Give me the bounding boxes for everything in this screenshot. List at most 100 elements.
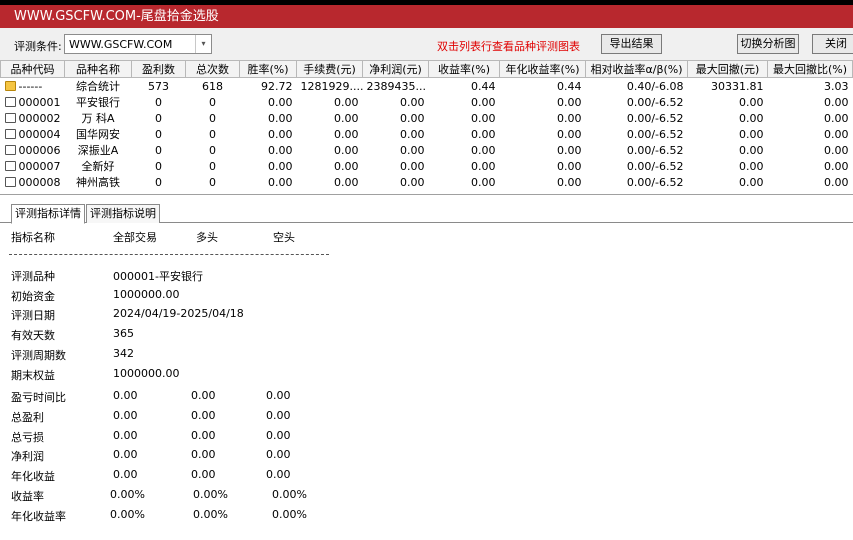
col-header-netprofit[interactable]: 净利润(元): [362, 60, 429, 78]
cell-text: 0.00: [400, 127, 425, 141]
cell-winrate: 0.00: [240, 94, 297, 110]
cell-text: 0.00: [557, 127, 582, 141]
metric-short: 0.00: [266, 428, 291, 442]
cell-max-drawdown: 30331.81: [688, 78, 768, 95]
info-label: 评测日期: [11, 309, 55, 323]
cell-name: 全新好: [65, 158, 132, 174]
cell-text: 0.44: [557, 79, 582, 93]
cell-max-drawdown-ratio: 0.00: [768, 110, 853, 126]
cell-wins: 0: [132, 158, 186, 174]
cell-text: 0.00: [824, 143, 849, 157]
cell-name: 综合统计: [65, 78, 132, 95]
cell-text: 0.00: [739, 143, 764, 157]
close-button[interactable]: 关闭: [812, 34, 853, 54]
cell-max-drawdown: 0.00: [688, 110, 768, 126]
cell-text: 0.00: [268, 111, 293, 125]
table-row[interactable]: 000006 深振业A 0 0 0.00 0.00 0.00 0.00 0.00 0.00/-6.…: [1, 142, 853, 158]
metric-short: 0.00: [266, 408, 291, 422]
tab-detail[interactable]: 评测指标详情: [11, 204, 85, 224]
cell-text: 0.00/-6.52: [626, 111, 684, 125]
cell-text: 0.00: [268, 143, 293, 157]
cell-code: ------: [1, 78, 65, 95]
col-header-max-drawdown[interactable]: 最大回撤(元): [687, 60, 768, 78]
metric-short: 0.00: [266, 389, 291, 402]
col-header-annual-return[interactable]: 年化收益率(%): [499, 60, 586, 78]
tab-description[interactable]: 评测指标说明: [86, 204, 160, 223]
cell-max-drawdown-ratio: 0.00: [768, 174, 853, 190]
cell-return: 0.00: [429, 142, 500, 158]
cell-annual-return: 0.00: [500, 110, 586, 126]
metric-short: 0.00: [266, 448, 291, 462]
col-header-code[interactable]: 品种代码: [0, 60, 65, 78]
metric-long: 0.00: [191, 428, 216, 442]
toolbar: 评测条件: WWW.GSCFW.COM ▾ 双击列表行查看品种评测图表 导出结果…: [0, 28, 853, 60]
cell-text: 0.00: [824, 175, 849, 189]
cell-name: 深振业A: [65, 142, 132, 158]
col-header-max-drawdown-ratio[interactable]: 最大回撤比(%): [767, 60, 853, 78]
export-button[interactable]: 导出结果: [601, 34, 662, 54]
cell-text: 0.00: [400, 111, 425, 125]
cell-text: 0.00: [268, 95, 293, 109]
cell-text: 0.00: [471, 95, 496, 109]
cell-text: 0.00: [471, 159, 496, 173]
cell-wins: 0: [132, 94, 186, 110]
table-row[interactable]: ------ 综合统计 573 618 92.72 1281929.... 2389435.…: [1, 78, 853, 95]
cell-netprofit: 0.00: [363, 142, 429, 158]
condition-select[interactable]: WWW.GSCFW.COM ▾: [64, 34, 212, 54]
col-header-name[interactable]: 品种名称: [64, 60, 132, 78]
info-value: 1000000.00: [113, 366, 180, 380]
cell-text: 0.44: [471, 79, 496, 93]
col-header-winrate[interactable]: 胜率(%): [239, 60, 297, 78]
cell-text: 0.00: [268, 127, 293, 141]
cell-text: 30331.81: [711, 79, 764, 93]
table-row[interactable]: 000004 国华网安 0 0 0.00 0.00 0.00 0.00 0.00 0.00/-6.…: [1, 126, 853, 142]
info-label: 初始资金: [11, 289, 55, 303]
cell-text: 0: [209, 95, 216, 109]
metric-label: 总亏损: [11, 430, 44, 444]
cell-return: 0.00: [429, 158, 500, 174]
table-row[interactable]: 000008 神州高铁 0 0 0.00 0.00 0.00 0.00 0.00 0.00/-6.…: [1, 174, 853, 190]
cell-wins: 0: [132, 110, 186, 126]
metric-label: 总盈利: [11, 410, 44, 424]
col-header-total[interactable]: 总次数: [185, 60, 240, 78]
cell-text: 000001: [18, 95, 61, 109]
info-label: 评测周期数: [11, 348, 66, 362]
cell-text: 0.00: [268, 159, 293, 173]
metric-long: 0.00: [191, 468, 216, 482]
cell-wins: 0: [132, 174, 186, 190]
table-row[interactable]: 000002 万 科A 0 0 0.00 0.00 0.00 0.00 0.00 0.00/-6.…: [1, 110, 853, 126]
chevron-down-icon[interactable]: ▾: [195, 35, 211, 53]
switch-chart-button[interactable]: 切换分析图: [737, 34, 799, 54]
cell-text: 平安银行: [76, 96, 120, 109]
metric-all: 0.00: [113, 428, 138, 442]
cell-name: 平安银行: [65, 94, 132, 110]
cell-code: 000002: [1, 110, 65, 126]
info-value: 342: [113, 346, 134, 360]
cell-text: 综合统计: [76, 80, 120, 93]
cell-text: 0.00: [471, 143, 496, 157]
cell-text: 0.00: [739, 159, 764, 173]
cell-max-drawdown-ratio: 0.00: [768, 158, 853, 174]
cell-text: ------: [18, 79, 43, 93]
metric-all: 0.00: [113, 389, 138, 402]
cell-fee: 0.00: [297, 126, 363, 142]
cell-return: 0.00: [429, 94, 500, 110]
cell-annual-return: 0.00: [500, 126, 586, 142]
cell-netprofit: 2389435...: [363, 78, 429, 95]
col-header-return[interactable]: 收益率(%): [428, 60, 500, 78]
cell-netprofit: 0.00: [363, 174, 429, 190]
table-row[interactable]: 000007 全新好 0 0 0.00 0.00 0.00 0.00 0.00 0.00/-6.5…: [1, 158, 853, 174]
table-row[interactable]: 000001 平安银行 0 0 0.00 0.00 0.00 0.00 0.00 0.00/-6.…: [1, 94, 853, 110]
cell-text: 0: [209, 143, 216, 157]
col-header-alpha-beta[interactable]: 相对收益率α/β(%): [585, 60, 688, 78]
cell-text: 0.00: [471, 175, 496, 189]
metric-all: 0.00%: [110, 507, 145, 521]
detail-header-long: 多头: [196, 231, 218, 244]
detail-panel: 指标名称 全部交易 多头 空头 评测品种 000001-平安银行 初始资金 10000…: [0, 224, 853, 540]
cell-annual-return: 0.00: [500, 158, 586, 174]
cell-code: 000001: [1, 94, 65, 110]
col-header-fee[interactable]: 手续费(元): [296, 60, 363, 78]
col-header-wins[interactable]: 盈利数: [131, 60, 186, 78]
cell-max-drawdown-ratio: 0.00: [768, 142, 853, 158]
cell-text: 0: [155, 159, 162, 173]
